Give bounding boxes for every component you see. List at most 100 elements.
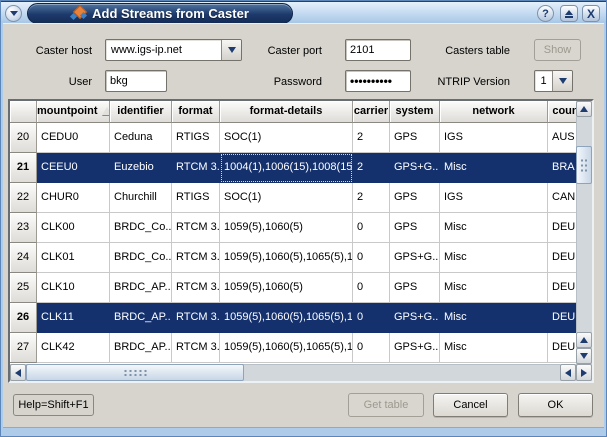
table-cell[interactable]: 0 xyxy=(353,303,390,333)
table-cell[interactable]: 0 xyxy=(353,273,390,303)
window-help-button[interactable]: ? xyxy=(537,5,554,22)
table-cell[interactable]: Euzebio xyxy=(110,153,172,183)
vertical-scrollbar[interactable] xyxy=(576,101,592,364)
table-cell[interactable]: GPS xyxy=(390,273,440,303)
vertical-scrollbar-track[interactable] xyxy=(576,117,592,332)
caster-port-input[interactable] xyxy=(345,39,411,61)
caster-host-combobox[interactable]: www.igs-ip.net xyxy=(105,39,242,61)
horizontal-scrollbar[interactable] xyxy=(10,364,592,381)
window-close-button[interactable]: X xyxy=(582,5,600,22)
table-cell[interactable]: 1059(5),1060(5) xyxy=(220,273,353,303)
table-cell[interactable]: 0 xyxy=(353,213,390,243)
table-row[interactable]: 24CLK01BRDC_Co...RTCM 3.01059(5),1060(5)… xyxy=(10,243,576,273)
table-cell[interactable]: CLK00 xyxy=(37,213,110,243)
scroll-up-button-bottom[interactable] xyxy=(576,332,592,348)
table-cell[interactable]: 2 xyxy=(353,123,390,153)
table-cell[interactable]: CHUR0 xyxy=(37,183,110,213)
column-header-mountpoint[interactable]: mountpoint xyxy=(37,101,110,123)
table-cell[interactable]: DEU xyxy=(548,213,576,243)
column-header-format[interactable]: format xyxy=(172,101,220,123)
window-menu-button[interactable] xyxy=(5,5,22,22)
table-cell[interactable]: GPS+G... xyxy=(390,333,440,363)
table-cell[interactable]: Churchill xyxy=(110,183,172,213)
row-number[interactable]: 25 xyxy=(10,273,37,303)
cancel-button[interactable]: Cancel xyxy=(433,393,508,417)
table-row[interactable]: 21CEEU0EuzebioRTCM 3.01004(1),1006(15),1… xyxy=(10,153,576,183)
table-cell[interactable]: BRDC_AP... xyxy=(110,333,172,363)
table-cell[interactable]: GPS+G... xyxy=(390,243,440,273)
table-cell[interactable]: CEEU0 xyxy=(37,153,110,183)
table-cell[interactable]: Misc xyxy=(440,273,548,303)
table-cell[interactable]: 2 xyxy=(353,183,390,213)
horizontal-scrollbar-track[interactable] xyxy=(26,364,560,381)
table-cell[interactable]: Misc xyxy=(440,213,548,243)
column-header-format-details[interactable]: format-details xyxy=(220,101,353,123)
column-header-network[interactable]: network xyxy=(440,101,548,123)
table-cell[interactable]: GPS+G... xyxy=(390,303,440,333)
ntrip-version-dropdown-button[interactable] xyxy=(552,71,572,91)
scroll-down-button[interactable] xyxy=(576,348,592,364)
table-cell[interactable]: Misc xyxy=(440,243,548,273)
table-cell[interactable]: CLK11 xyxy=(37,303,110,333)
table-cell[interactable]: Misc xyxy=(440,303,548,333)
column-header-country[interactable]: country xyxy=(548,101,576,123)
table-cell[interactable]: AUS xyxy=(548,123,576,153)
table-cell[interactable]: 1059(5),1060(5),1065(5),106... xyxy=(220,303,353,333)
show-button[interactable]: Show xyxy=(534,39,581,61)
table-cell[interactable]: BRDC_AP... xyxy=(110,273,172,303)
table-cell[interactable]: 1059(5),1060(5),1065(5),106... xyxy=(220,333,353,363)
table-cell[interactable]: 0 xyxy=(353,333,390,363)
table-cell[interactable]: IGS xyxy=(440,123,548,153)
table-cell[interactable]: GPS xyxy=(390,123,440,153)
streams-table[interactable]: mountpointidentifierformatformat-details… xyxy=(8,99,594,383)
table-row[interactable]: 23CLK00BRDC_Co...RTCM 3.01059(5),1060(5)… xyxy=(10,213,576,243)
column-header-carrier[interactable]: carrier xyxy=(353,101,390,123)
horizontal-scrollbar-thumb[interactable] xyxy=(26,364,244,381)
table-cell[interactable]: BRDC_Co... xyxy=(110,243,172,273)
table-cell[interactable]: RTCM 3.0 xyxy=(172,273,220,303)
row-number[interactable]: 22 xyxy=(10,183,37,213)
table-cell[interactable]: DEU xyxy=(548,243,576,273)
user-input[interactable] xyxy=(105,70,167,92)
column-header-system[interactable]: system xyxy=(390,101,440,123)
row-number[interactable]: 24 xyxy=(10,243,37,273)
table-cell[interactable]: DEU xyxy=(548,273,576,303)
table-cell[interactable]: SOC(1) xyxy=(220,123,353,153)
row-number[interactable]: 21 xyxy=(10,153,37,183)
table-cell[interactable]: RTCM 3.0 xyxy=(172,153,220,183)
window-shade-button[interactable] xyxy=(560,5,578,22)
table-cell[interactable]: 2 xyxy=(353,153,390,183)
table-cell[interactable]: Ceduna xyxy=(110,123,172,153)
table-cell[interactable]: BRDC_Co... xyxy=(110,213,172,243)
table-cell[interactable]: RTCM 3.0 xyxy=(172,303,220,333)
row-number[interactable]: 23 xyxy=(10,213,37,243)
row-number[interactable]: 20 xyxy=(10,123,37,153)
scroll-left-button-right[interactable] xyxy=(560,364,576,381)
table-cell[interactable]: Misc xyxy=(440,153,548,183)
table-cell[interactable]: RTCM 3.0 xyxy=(172,243,220,273)
table-cell[interactable]: GPS+G... xyxy=(390,153,440,183)
scroll-right-button[interactable] xyxy=(576,364,592,381)
password-input[interactable] xyxy=(345,70,411,92)
row-number[interactable]: 27 xyxy=(10,333,37,363)
scroll-left-button[interactable] xyxy=(10,364,26,381)
table-row[interactable]: 22CHUR0ChurchillRTIGSSOC(1)2GPSIGSCAN xyxy=(10,183,576,213)
table-cell[interactable]: RTIGS xyxy=(172,183,220,213)
table-cell[interactable]: GPS xyxy=(390,213,440,243)
table-row[interactable]: 27CLK42BRDC_AP...RTCM 3.01059(5),1060(5)… xyxy=(10,333,576,363)
table-cell[interactable]: BRA xyxy=(548,153,576,183)
table-cell[interactable]: BRDC_AP... xyxy=(110,303,172,333)
table-cell[interactable]: GPS xyxy=(390,183,440,213)
table-corner-header[interactable] xyxy=(10,101,37,123)
table-cell[interactable]: Misc xyxy=(440,333,548,363)
table-row[interactable]: 26CLK11BRDC_AP...RTCM 3.01059(5),1060(5)… xyxy=(10,303,576,333)
table-cell[interactable]: DEU xyxy=(548,333,576,363)
table-row[interactable]: 20CEDU0CedunaRTIGSSOC(1)2GPSIGSAUS xyxy=(10,123,576,153)
table-cell[interactable]: RTCM 3.0 xyxy=(172,213,220,243)
vertical-scrollbar-thumb[interactable] xyxy=(576,146,592,184)
table-cell[interactable]: CAN xyxy=(548,183,576,213)
table-cell[interactable]: SOC(1) xyxy=(220,183,353,213)
column-header-identifier[interactable]: identifier xyxy=(110,101,172,123)
table-cell[interactable]: CLK10 xyxy=(37,273,110,303)
ntrip-version-combobox[interactable]: 1 xyxy=(534,70,573,92)
